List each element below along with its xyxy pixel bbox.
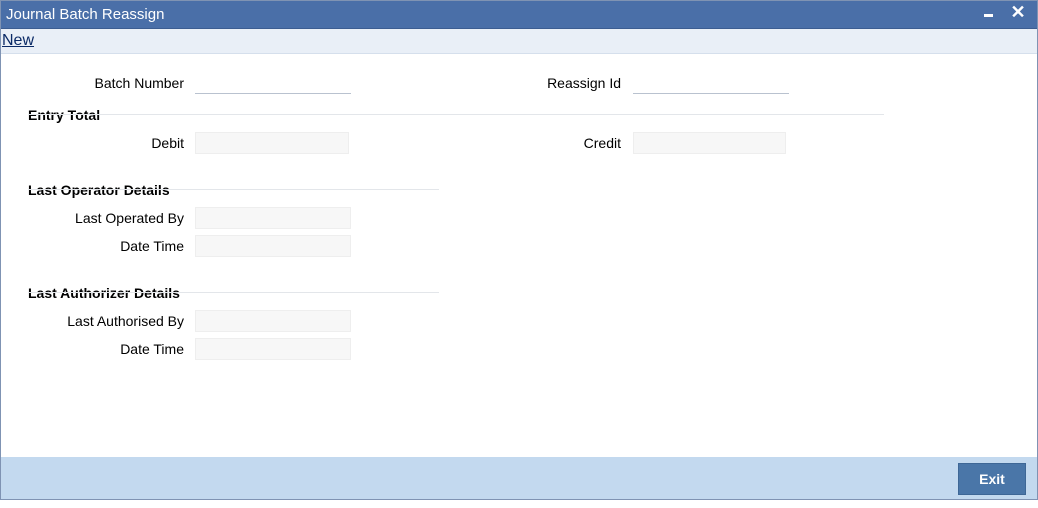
- entry-total-divider: [28, 114, 884, 115]
- new-link[interactable]: New: [2, 32, 34, 50]
- authorizer-date-time-field: [195, 338, 351, 360]
- reassign-id-label: Reassign Id: [547, 75, 621, 91]
- last-authorizer-divider: [28, 292, 439, 293]
- last-operator-divider: [28, 189, 439, 190]
- operator-date-time-label: Date Time: [120, 238, 184, 254]
- operator-date-time-field: [195, 235, 351, 257]
- minimize-icon[interactable]: [976, 1, 1000, 28]
- batch-number-label: Batch Number: [94, 75, 184, 91]
- exit-button[interactable]: Exit: [958, 463, 1026, 495]
- debit-field: [195, 132, 349, 154]
- last-authorised-by-field: [195, 310, 351, 332]
- credit-field: [633, 132, 786, 154]
- journal-batch-reassign-window: Journal Batch Reassign ✕ New Batch Numbe…: [0, 0, 1038, 500]
- last-authorizer-heading: Last Authorizer Details: [28, 285, 180, 301]
- last-operated-by-field: [195, 207, 351, 229]
- batch-number-input[interactable]: [195, 72, 351, 94]
- last-authorised-by-label: Last Authorised By: [67, 313, 184, 329]
- window-title: Journal Batch Reassign: [6, 6, 165, 23]
- last-operated-by-label: Last Operated By: [75, 210, 184, 226]
- title-bar: Journal Batch Reassign ✕: [1, 1, 1037, 29]
- debit-label: Debit: [151, 135, 184, 151]
- close-icon[interactable]: ✕: [1006, 1, 1030, 28]
- authorizer-date-time-label: Date Time: [120, 341, 184, 357]
- footer-bar: Exit: [1, 457, 1037, 499]
- entry-total-heading: Entry Total: [28, 107, 101, 123]
- last-operator-heading: Last Operator Details: [28, 182, 170, 198]
- reassign-id-input[interactable]: [633, 72, 789, 94]
- credit-label: Credit: [583, 135, 621, 151]
- toolbar: New: [1, 29, 1037, 54]
